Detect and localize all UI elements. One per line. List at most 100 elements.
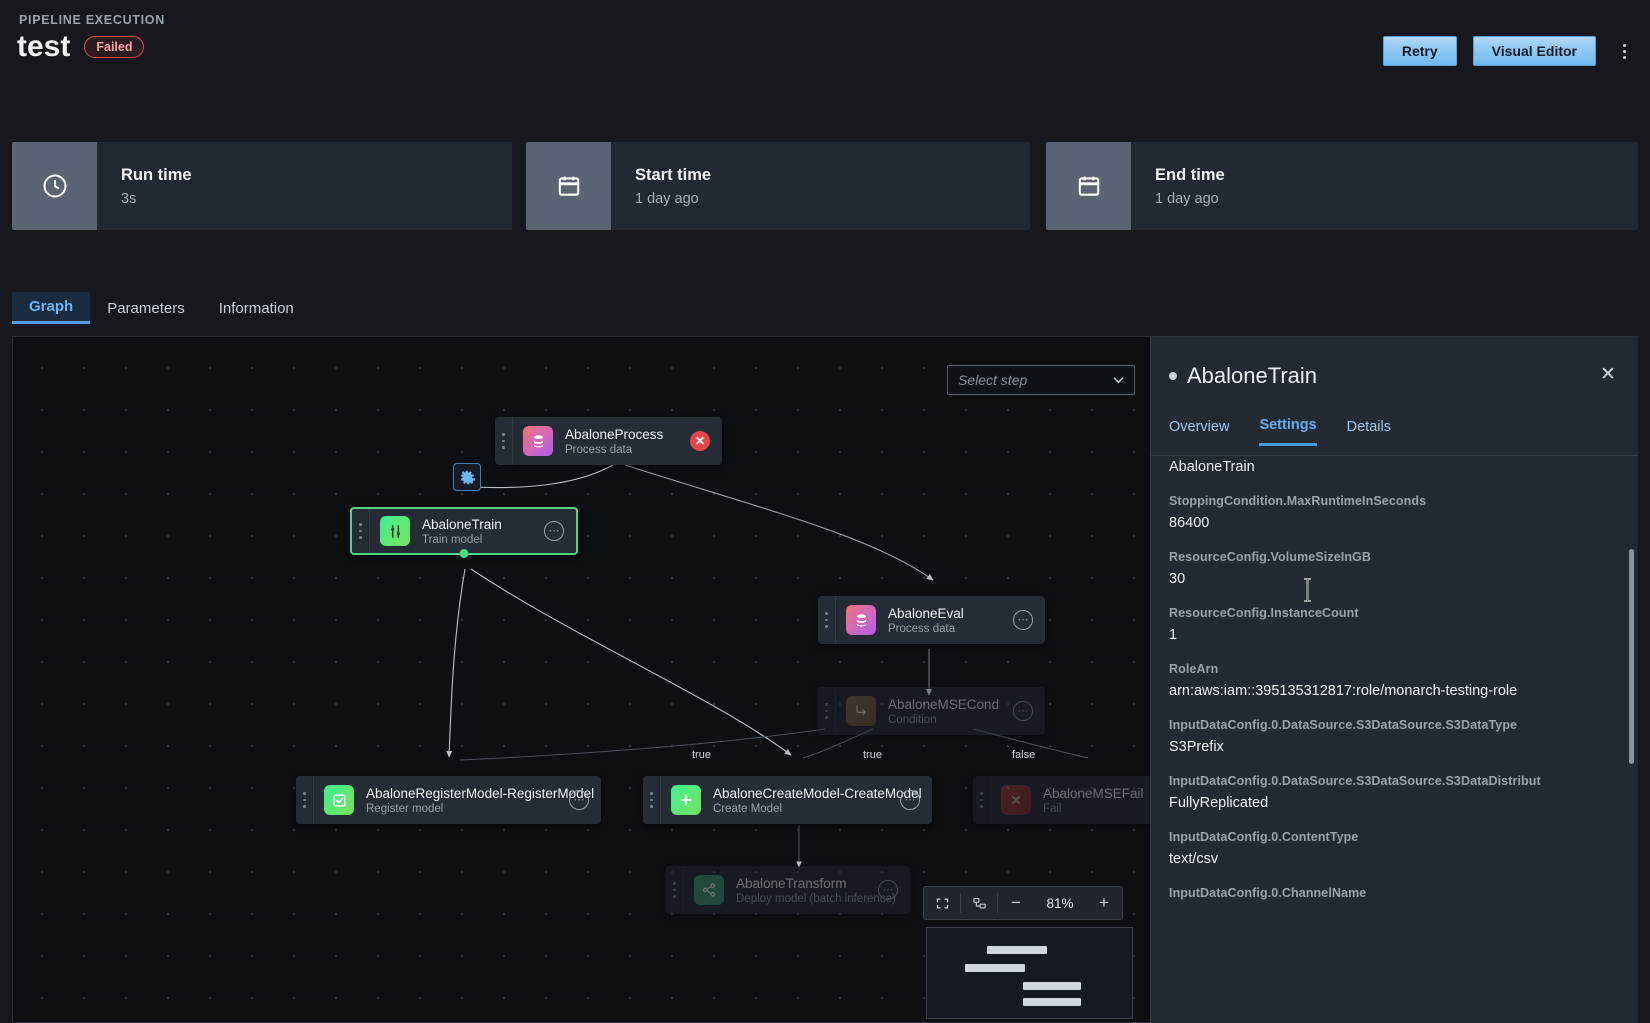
setting-value: 30 (1169, 571, 1620, 587)
setting-value: 1 (1169, 627, 1620, 643)
database-icon (523, 426, 553, 456)
node-subtitle: Process data (565, 444, 690, 456)
graph-node-abaloneeval[interactable]: AbaloneEval Process data ⋯ (818, 596, 1045, 644)
drag-handle-icon[interactable] (666, 866, 684, 914)
calendar-icon (1046, 142, 1131, 230)
drag-handle-icon[interactable] (495, 417, 513, 465)
title-row: test Failed (17, 32, 144, 62)
select-step-placeholder: Select step (958, 372, 1027, 388)
zoom-percentage: 81% (1034, 896, 1086, 911)
drag-handle-icon[interactable] (352, 509, 370, 553)
graph-node-abaloneregistermodel[interactable]: AbaloneRegisterModel-RegisterModel Regis… (296, 776, 601, 824)
database-icon (846, 605, 876, 635)
graph-minimap[interactable] (926, 927, 1133, 1019)
sliders-icon (380, 516, 410, 546)
node-menu-icon[interactable]: ⋯ (900, 790, 920, 810)
node-subtitle: Process data (888, 623, 1013, 635)
close-icon[interactable]: ✕ (1596, 362, 1620, 386)
auto-layout-icon[interactable] (961, 887, 997, 919)
zoom-out-button[interactable]: − (998, 887, 1034, 919)
setting-key: StoppingCondition.MaxRuntimeInSeconds (1169, 494, 1620, 508)
drag-handle-icon[interactable] (296, 776, 314, 824)
tab-parameters[interactable]: Parameters (90, 292, 202, 324)
stat-label: End time (1155, 166, 1638, 185)
panel-tab-settings[interactable]: Settings (1259, 417, 1316, 446)
setting-value: 86400 (1169, 515, 1620, 531)
panel-settings-list[interactable]: AbaloneTrain StoppingCondition.MaxRuntim… (1151, 456, 1638, 1023)
zoom-controls: − 81% + (923, 886, 1123, 920)
node-subtitle: Condition (888, 714, 1013, 726)
plus-icon (671, 785, 701, 815)
setting-row: ResourceConfig.InstanceCount 1 (1169, 606, 1620, 643)
setting-value: FullyReplicated (1169, 795, 1620, 811)
drag-handle-icon[interactable] (973, 776, 991, 824)
setting-value: text/csv (1169, 851, 1620, 867)
status-dot-icon (1169, 372, 1177, 380)
stat-value: 3s (121, 191, 512, 207)
setting-row: InputDataConfig.0.DataSource.S3DataSourc… (1169, 718, 1620, 755)
graph-node-abaloneprocess[interactable]: AbaloneProcess Process data ✕ (495, 417, 722, 465)
stat-value: 1 day ago (1155, 191, 1638, 207)
panel-scrollbar[interactable] (1629, 549, 1634, 764)
setting-row: InputDataConfig.0.DataSource.S3DataSourc… (1169, 774, 1620, 811)
node-title: AbaloneMSECond (888, 697, 1013, 712)
stat-label: Start time (635, 166, 1030, 185)
graph-node-abalonetrain[interactable]: AbaloneTrain Train model ⋯ (350, 507, 578, 555)
setting-value: arn:aws:iam::395135312817:role/monarch-t… (1169, 683, 1620, 699)
retry-button[interactable]: Retry (1383, 36, 1457, 66)
node-menu-icon[interactable]: ⋯ (569, 790, 589, 810)
graph-node-abalonetransform[interactable]: AbaloneTransform Deploy model (batch inf… (666, 866, 910, 914)
setting-key: InputDataConfig.0.DataSource.S3DataSourc… (1169, 718, 1620, 732)
panel-title: AbaloneTrain (1187, 363, 1317, 389)
more-options-icon[interactable] (1612, 36, 1636, 66)
calendar-icon (526, 142, 611, 230)
panel-tab-overview[interactable]: Overview (1169, 419, 1229, 445)
zoom-in-button[interactable]: + (1086, 887, 1122, 919)
drag-handle-icon[interactable] (818, 596, 836, 644)
node-subtitle: Train model (422, 534, 544, 546)
setting-key: RoleArn (1169, 662, 1620, 676)
panel-tab-details[interactable]: Details (1347, 419, 1391, 445)
setting-value: S3Prefix (1169, 739, 1620, 755)
setting-row: InputDataConfig.0.ContentType text/csv (1169, 830, 1620, 867)
fail-icon (1001, 785, 1031, 815)
node-menu-icon[interactable]: ⋯ (544, 521, 564, 541)
node-title: AbaloneRegisterModel-RegisterModel (366, 786, 569, 801)
minimap-node (987, 946, 1047, 954)
condition-icon (846, 696, 876, 726)
minimap-node (1023, 998, 1081, 1006)
setting-key: ResourceConfig.VolumeSizeInGB (1169, 550, 1620, 564)
graph-node-abalonecreatemodel[interactable]: AbaloneCreateModel-CreateModel Create Mo… (643, 776, 932, 824)
breadcrumb-eyebrow: PIPELINE EXECUTION (19, 13, 165, 27)
status-badge: Failed (84, 36, 144, 58)
node-menu-icon[interactable]: ⋯ (1013, 701, 1033, 721)
setting-key: InputDataConfig.0.ContentType (1169, 830, 1620, 844)
share-icon (694, 875, 724, 905)
drag-handle-icon[interactable] (643, 776, 661, 824)
setting-first-value: AbaloneTrain (1169, 456, 1620, 475)
setting-row: RoleArn arn:aws:iam::395135312817:role/m… (1169, 662, 1620, 699)
fit-screen-icon[interactable] (924, 887, 960, 919)
drag-handle-icon[interactable] (818, 687, 836, 735)
graph-node-abalonemsecond[interactable]: AbaloneMSECond Condition ⋯ (818, 687, 1045, 735)
edge-label-true-1: true (689, 749, 714, 761)
tab-information[interactable]: Information (202, 292, 311, 324)
node-menu-icon[interactable]: ⋯ (1013, 610, 1033, 630)
node-output-port[interactable] (460, 549, 469, 558)
stat-card-end-time: End time 1 day ago (1046, 142, 1638, 230)
setting-row: InputDataConfig.0.ChannelName (1169, 886, 1620, 900)
node-menu-icon[interactable]: ⋯ (878, 880, 898, 900)
error-icon[interactable]: ✕ (690, 431, 710, 451)
tab-graph[interactable]: Graph (12, 292, 90, 324)
node-title: AbaloneTrain (422, 517, 544, 532)
node-subtitle: Deploy model (batch inference) (736, 893, 878, 905)
page-header: PIPELINE EXECUTION test Failed Retry Vis… (0, 0, 1650, 118)
checkbox-icon (324, 785, 354, 815)
visual-editor-button[interactable]: Visual Editor (1473, 36, 1596, 66)
gear-icon[interactable] (453, 463, 481, 491)
page-title: test (17, 32, 70, 62)
setting-key: InputDataConfig.0.ChannelName (1169, 886, 1620, 900)
node-subtitle: Create Model (713, 803, 900, 815)
select-step-dropdown[interactable]: Select step (947, 365, 1135, 395)
step-details-panel: AbaloneTrain ✕ Overview Settings Details… (1150, 337, 1638, 1023)
